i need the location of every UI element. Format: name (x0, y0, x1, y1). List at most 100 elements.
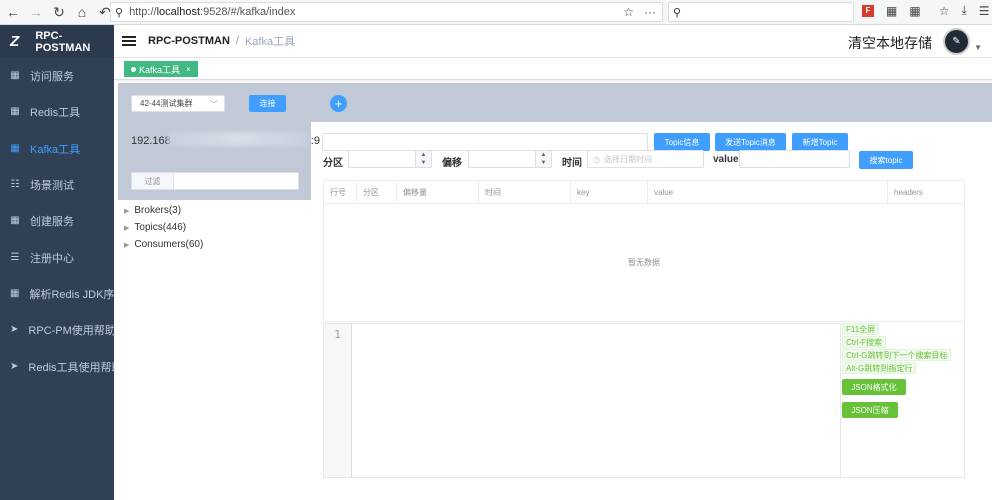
clock-icon: ◷ (593, 154, 600, 164)
brand[interactable]: Z RPC-POSTMAN (0, 25, 114, 58)
sidebar-item-label: 访问服务 (30, 71, 74, 84)
chevron-up-icon[interactable]: ▲ (421, 152, 427, 158)
column-header[interactable]: key (571, 181, 648, 204)
hint-goto-line: Alt-G跳转到指定行 (842, 362, 917, 374)
reader-icon[interactable]: ▦ (886, 4, 897, 18)
breadcrumb-current: Kafka工具 (244, 36, 296, 48)
code-editor[interactable]: 1 (323, 323, 841, 478)
caret-down-icon[interactable]: ▼ (974, 43, 982, 52)
column-header[interactable]: headers (888, 181, 964, 204)
clear-storage-button[interactable]: 清空本地存储 (848, 33, 932, 53)
browser-search-box[interactable]: ⚲ (668, 2, 854, 22)
chevron-down-icon: ﹀ (210, 100, 218, 109)
sidebar-item-registry[interactable]: ☰ 注册中心 (0, 239, 114, 275)
sidebar-item-label: Kafka工具 (30, 143, 81, 156)
sidebar-item-scenario-test[interactable]: ☷ 场景测试 (0, 167, 114, 203)
search-icon: ⚲ (115, 6, 124, 19)
extension-icon[interactable]: F (862, 4, 874, 17)
filter-input[interactable]: 过滤 (131, 172, 299, 190)
column-header[interactable]: 偏移量 (397, 181, 479, 204)
chevron-down-icon[interactable]: ▼ (421, 160, 427, 166)
sidebar-item-redis-jdk[interactable]: ▦ 解析Redis JDK序列化 (0, 276, 114, 312)
sidebar: Z RPC-POSTMAN ▦ 访问服务 ▦ Redis工具 ▦ Kafka工具… (0, 25, 114, 500)
time-label: 时间 (562, 158, 582, 169)
json-format-button[interactable]: JSON格式化 (842, 379, 906, 395)
forward-arrow-icon[interactable]: → (26, 2, 46, 22)
datetime-picker[interactable]: ◷ 选择日期时间 (587, 150, 704, 168)
sidebar-item-create-service[interactable]: ▦ 创建服务 (0, 203, 114, 239)
caret-right-icon[interactable]: ▶ (124, 241, 129, 249)
tree-item-label: Topics(446) (134, 222, 187, 233)
tag-kafka-tool[interactable]: Kafka工具 × (124, 61, 198, 77)
close-icon[interactable]: × (186, 65, 191, 74)
offset-label: 偏移 (442, 158, 462, 169)
avatar[interactable]: ✎ (943, 28, 970, 55)
list-icon: ☰ (10, 251, 20, 263)
hamburger-icon[interactable] (122, 34, 136, 48)
page-actions-icon[interactable]: ··· (644, 5, 656, 19)
partition-stepper[interactable]: ▲ ▼ (348, 150, 432, 168)
sidebar-item-redis-help[interactable]: ➤ Redis工具使用帮助 (0, 348, 114, 384)
sidebar-item-label: 注册中心 (30, 252, 74, 265)
kafka-tree: ▶ Brokers(3) ▶ Topics(446) ▶ Consumers(6… (124, 202, 203, 253)
star-icon[interactable]: ☆ (623, 5, 634, 19)
sidebar-item-redis-tool[interactable]: ▦ Redis工具 (0, 94, 114, 130)
redacted-mask (168, 132, 308, 146)
menu-icon[interactable]: ☰ (979, 4, 990, 18)
table-header: 行号 分区 偏移量 时间 key value headers (324, 181, 964, 204)
column-header[interactable]: 时间 (479, 181, 571, 204)
topic-info-button[interactable]: Topic信息 (654, 133, 710, 151)
url-text: http://localhost:9528/#/kafka/index (129, 6, 296, 18)
messages-table: 行号 分区 偏移量 时间 key value headers 暂无数据 (323, 180, 965, 322)
value-input[interactable] (739, 150, 850, 168)
sidebar-item-label: 创建服务 (30, 216, 74, 229)
new-topic-button[interactable]: 新增Topic (792, 133, 848, 151)
cluster-select[interactable]: 42-44测试集群 ﹀ (131, 95, 225, 112)
empty-state: 暂无数据 (628, 258, 660, 267)
search-topic-button[interactable]: 搜索topic (859, 151, 913, 169)
caret-right-icon[interactable]: ▶ (124, 224, 129, 232)
grid-icon: ▦ (10, 70, 20, 82)
column-header[interactable]: value (648, 181, 888, 204)
tree-item-label: Brokers(3) (134, 205, 182, 216)
sidebar-item-rpc-pm-help[interactable]: ➤ RPC-PM使用帮助 (0, 312, 114, 348)
logo-icon: Z (10, 32, 20, 50)
hint-find-next: Ctrl-G跳转到下一个搜索目标 (842, 349, 952, 361)
connect-button[interactable]: 连接 (249, 95, 286, 112)
chevron-up-icon[interactable]: ▲ (541, 152, 547, 158)
reload-icon[interactable]: ↻ (49, 2, 69, 22)
tree-item-topics[interactable]: ▶ Topics(446) (124, 219, 203, 236)
download-icon[interactable]: ⤓ (961, 3, 966, 18)
topic-input[interactable] (322, 133, 648, 151)
home-icon[interactable]: ⌂ (72, 2, 92, 22)
grid-icon: ▦ (10, 287, 20, 299)
hint-fullscreen: F11全屏 (842, 323, 880, 335)
tags-view: Kafka工具 × (114, 58, 992, 80)
sidebar-item-access-service[interactable]: ▦ 访问服务 (0, 58, 114, 94)
tree-item-consumers[interactable]: ▶ Consumers(60) (124, 236, 203, 253)
chevron-down-icon[interactable]: ▼ (541, 160, 547, 166)
column-header[interactable]: 行号 (324, 181, 357, 204)
column-header[interactable]: 分区 (357, 181, 397, 204)
grid-icon: ▦ (10, 215, 20, 227)
partition-label: 分区 (323, 158, 343, 169)
back-arrow-icon[interactable]: ← (3, 2, 23, 22)
send-icon: ➤ (10, 324, 19, 336)
offset-stepper[interactable]: ▲ ▼ (468, 150, 552, 168)
top-navbar: RPC-POSTMAN / Kafka工具 清空本地存储 ✎ ▼ (114, 25, 992, 58)
bookmarks-star-icon[interactable]: ☆ (939, 4, 950, 18)
breadcrumb-root[interactable]: RPC-POSTMAN (148, 35, 230, 47)
apps-icon[interactable]: ▦ (909, 4, 920, 18)
json-compress-button[interactable]: JSON压缩 (842, 402, 898, 418)
send-topic-message-button[interactable]: 发送Topic消息 (715, 133, 786, 151)
search-icon: ⚲ (673, 6, 682, 19)
top-gray-strip (311, 83, 992, 122)
sidebar-item-label: Redis工具 (30, 107, 81, 120)
sidebar-item-kafka-tool[interactable]: ▦ Kafka工具 (0, 131, 114, 167)
caret-right-icon[interactable]: ▶ (124, 207, 129, 215)
line-number: 1 (334, 328, 341, 341)
tree-item-label: Consumers(60) (134, 239, 204, 250)
add-cluster-button[interactable]: + (330, 95, 347, 112)
address-bar[interactable]: ⚲ http://localhost:9528/#/kafka/index ☆ … (110, 2, 663, 22)
tree-item-brokers[interactable]: ▶ Brokers(3) (124, 202, 203, 219)
